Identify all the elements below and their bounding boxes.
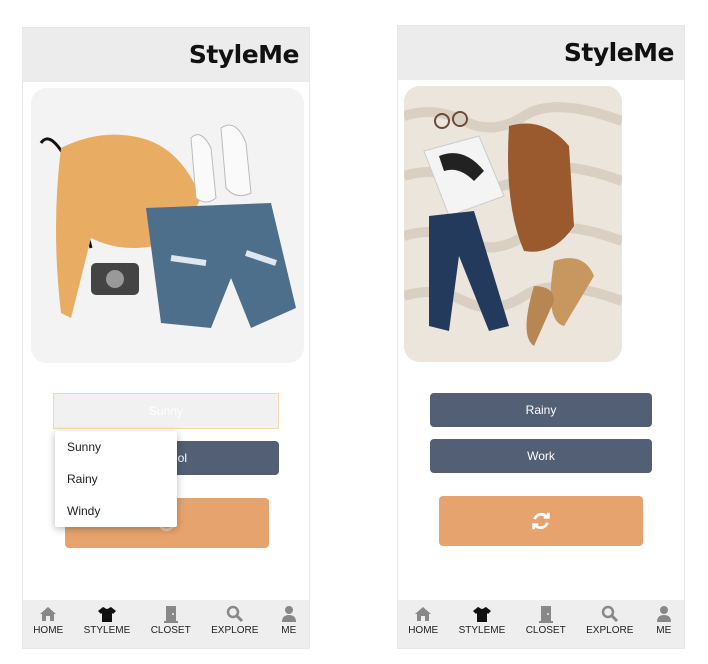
nav-explore-label: EXPLORE (586, 625, 634, 636)
search-icon (601, 605, 618, 623)
occasion-button-label: ol (177, 451, 187, 465)
bottom-nav: HOME STYLEME CLOSET EXPLORE ME (398, 600, 684, 648)
nav-styleme-label: STYLEME (458, 625, 506, 636)
app-title: StyleMe (563, 38, 675, 67)
weather-select-value: Sunny (148, 404, 184, 418)
nav-closet-label: CLOSET (525, 625, 566, 636)
nav-explore[interactable]: EXPLORE (586, 604, 633, 636)
outfit-photo (31, 88, 304, 363)
nav-explore-label: EXPLORE (211, 625, 259, 636)
nav-home-label: HOME (33, 625, 64, 636)
nav-home[interactable]: HOME (33, 604, 63, 636)
nav-explore[interactable]: EXPLORE (211, 604, 258, 636)
shirt-icon (97, 607, 116, 622)
nav-closet[interactable]: CLOSET (526, 604, 566, 636)
app-title: StyleMe (188, 40, 300, 69)
home-icon (40, 607, 57, 621)
nav-styleme[interactable]: STYLEME (83, 604, 131, 636)
weather-dropdown: Sunny Rainy Windy (55, 431, 177, 527)
occasion-button[interactable]: Work (430, 439, 652, 473)
nav-me[interactable]: ME (654, 604, 674, 636)
refresh-button[interactable] (439, 496, 643, 546)
outfit-illustration (404, 86, 622, 362)
weather-select[interactable]: Sunny (53, 393, 279, 429)
nav-me-label: ME (656, 625, 672, 636)
bottom-nav: HOME STYLEME CLOSET EXPLORE ME (23, 600, 309, 648)
person-icon (281, 606, 296, 622)
outfit-illustration (31, 88, 304, 363)
app-header: StyleMe (23, 28, 309, 82)
nav-closet[interactable]: CLOSET (151, 604, 191, 636)
closet-icon (538, 606, 553, 623)
weather-button[interactable]: Rainy (430, 393, 652, 427)
dropdown-option-rainy[interactable]: Rainy (55, 463, 177, 495)
nav-me[interactable]: ME (279, 604, 299, 636)
nav-styleme-label: STYLEME (83, 625, 131, 636)
nav-closet-label: CLOSET (150, 625, 191, 636)
nav-home[interactable]: HOME (408, 604, 438, 636)
shirt-icon (472, 607, 491, 622)
nav-styleme[interactable]: STYLEME (458, 604, 506, 636)
app-header: StyleMe (398, 26, 684, 80)
phone-screen-1: StyleMe Sunny ol Sunny Rainy Windy HOME … (22, 27, 310, 649)
dropdown-option-windy[interactable]: Windy (55, 495, 177, 527)
closet-icon (163, 606, 178, 623)
nav-home-label: HOME (408, 625, 439, 636)
search-icon (226, 605, 243, 623)
outfit-photo (404, 86, 622, 362)
nav-me-label: ME (281, 625, 297, 636)
home-icon (415, 607, 432, 621)
phone-screen-2: StyleMe Rainy Work HOME STYLEME CLOSET E… (397, 25, 685, 649)
dropdown-option-sunny[interactable]: Sunny (55, 431, 177, 463)
person-icon (656, 606, 671, 622)
refresh-icon (532, 512, 550, 530)
